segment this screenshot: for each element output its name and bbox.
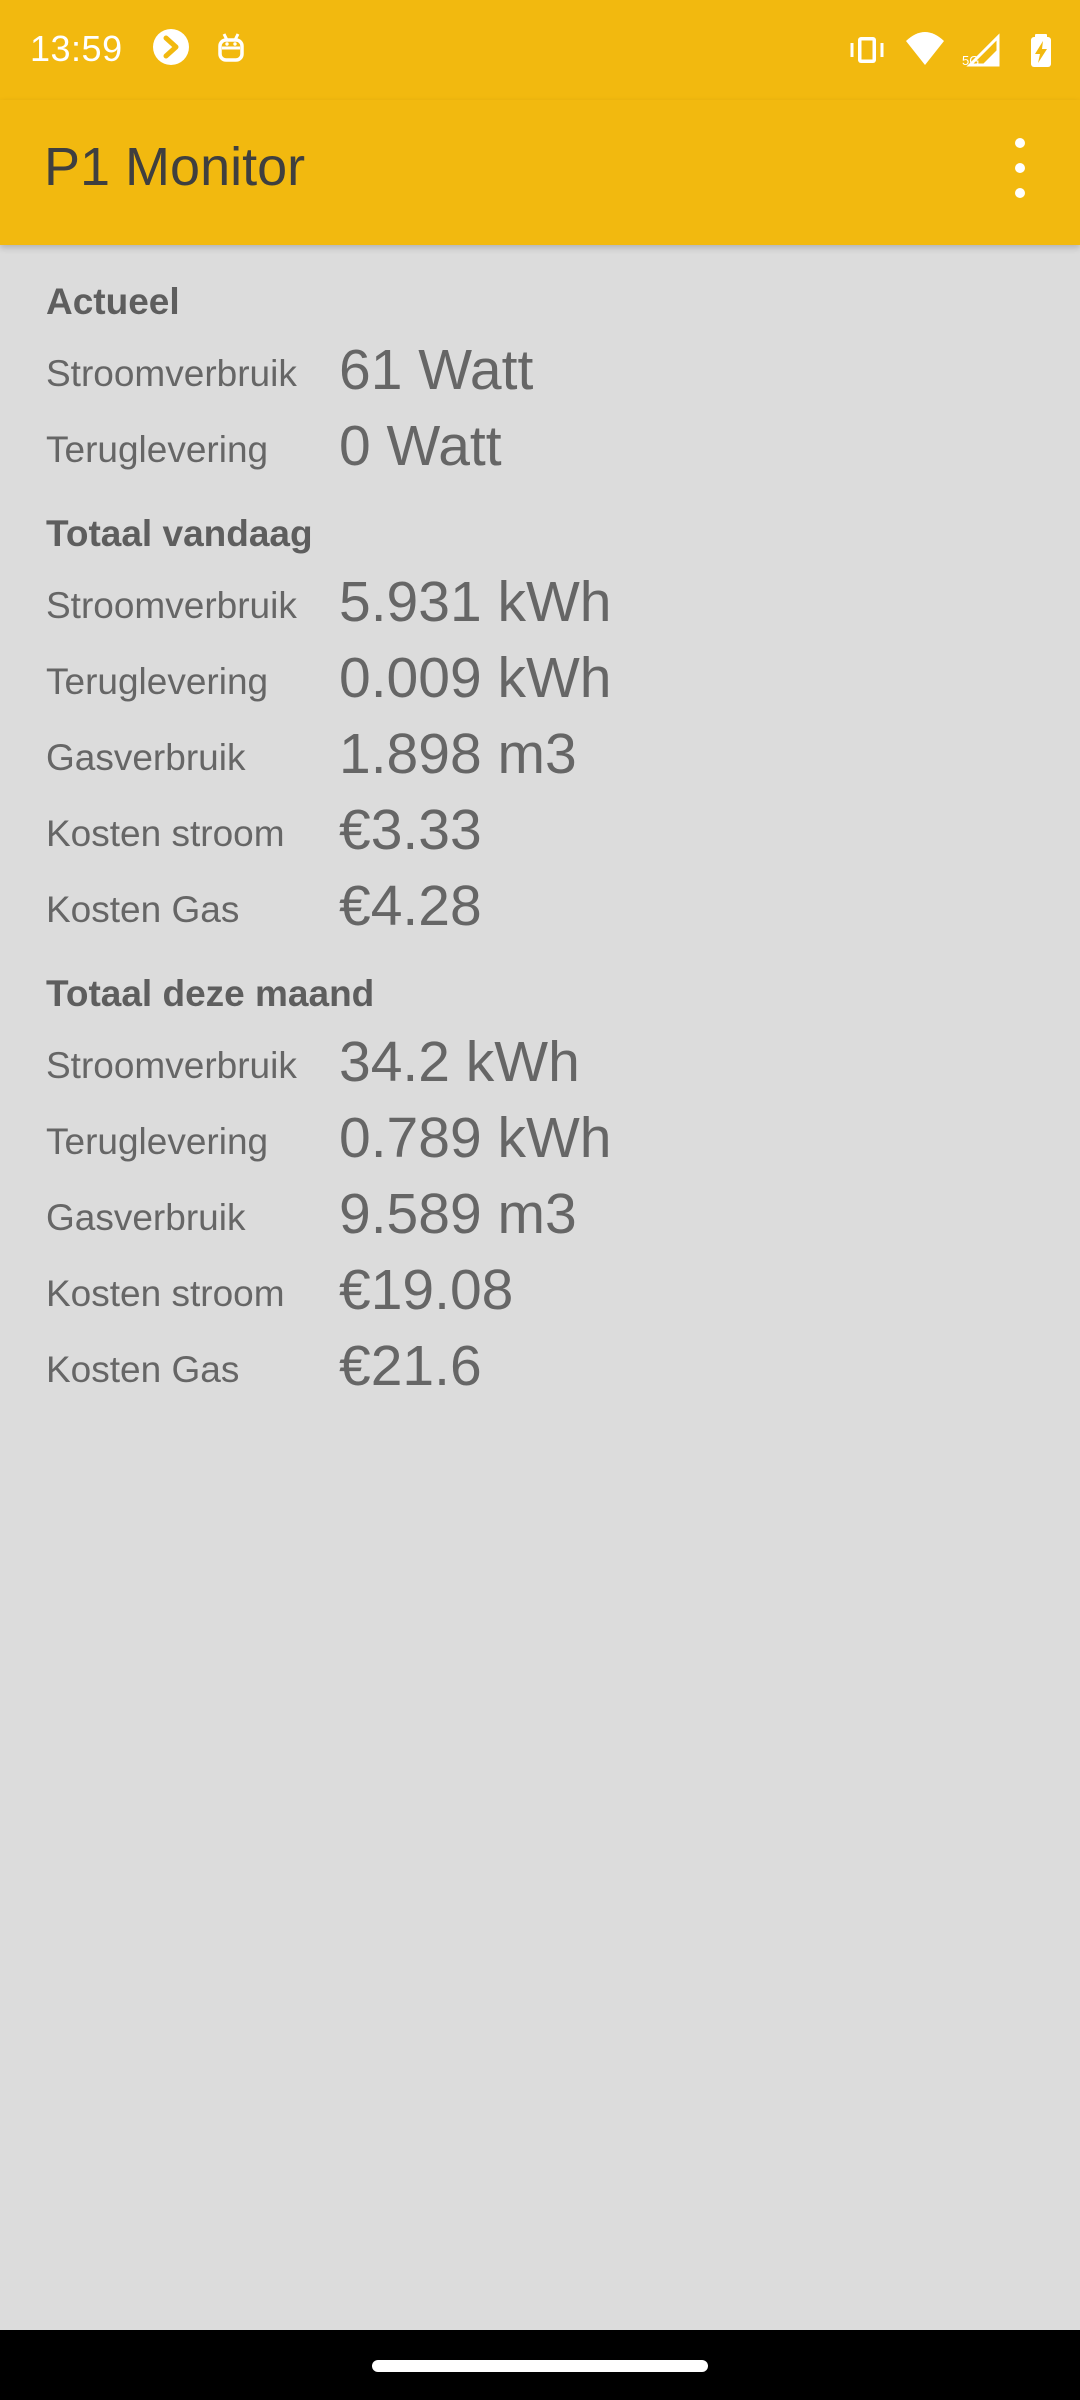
network-label: 5G <box>962 53 979 68</box>
app-title: P1 Monitor <box>44 137 306 197</box>
row-value: 5.931 kWh <box>339 570 612 634</box>
cellular-5g-icon: 5G <box>962 29 1004 71</box>
battery-charging-icon <box>1020 29 1062 71</box>
menu-dot <box>1015 163 1025 173</box>
row-label: Kosten stroom <box>46 1273 285 1314</box>
navigation-bar <box>0 2330 1080 2400</box>
wifi-icon <box>904 29 946 71</box>
row-value: 0.789 kWh <box>339 1106 612 1170</box>
row-label: Stroomverbruik <box>46 353 297 394</box>
home-gesture-handle[interactable] <box>372 2360 708 2372</box>
row-label: Stroomverbruik <box>46 1045 297 1086</box>
row-value: 0 Watt <box>339 414 502 478</box>
row-value: 61 Watt <box>339 338 534 402</box>
section-title-maand: Totaal deze maand <box>46 973 375 1014</box>
status-icons: 5G <box>846 26 1062 74</box>
row-value: €21.6 <box>339 1334 482 1398</box>
row-value: €4.28 <box>339 874 482 938</box>
vibrate-icon <box>846 29 888 71</box>
row-label: Teruglevering <box>46 1121 269 1162</box>
row-value: €19.08 <box>339 1258 514 1322</box>
row-label: Teruglevering <box>46 429 269 470</box>
row-label: Gasverbruik <box>46 1197 246 1238</box>
row-label: Kosten Gas <box>46 889 240 930</box>
row-label: Stroomverbruik <box>46 585 297 626</box>
row-value: 0.009 kWh <box>339 646 612 710</box>
menu-dot <box>1015 188 1025 198</box>
row-label: Gasverbruik <box>46 737 246 778</box>
section-title-actueel: Actueel <box>46 281 180 322</box>
row-value: 1.898 m3 <box>339 722 577 786</box>
sync-badge-icon <box>150 26 192 68</box>
menu-dot <box>1015 138 1025 148</box>
status-time: 13:59 <box>30 28 123 69</box>
android-robot-icon <box>210 26 252 68</box>
row-value: 9.589 m3 <box>339 1182 577 1246</box>
row-label: Kosten Gas <box>46 1349 240 1390</box>
row-label: Teruglevering <box>46 661 269 702</box>
content-area: Actueel Stroomverbruik 61 Watt Terugleve… <box>0 245 1080 2330</box>
row-value: 34.2 kWh <box>339 1030 580 1094</box>
row-label: Kosten stroom <box>46 813 285 854</box>
section-title-vandaag: Totaal vandaag <box>46 513 313 554</box>
more-vertical-icon[interactable] <box>1000 138 1040 198</box>
status-bar: 13:59 5G <box>0 0 1080 100</box>
row-value: €3.33 <box>339 798 482 862</box>
